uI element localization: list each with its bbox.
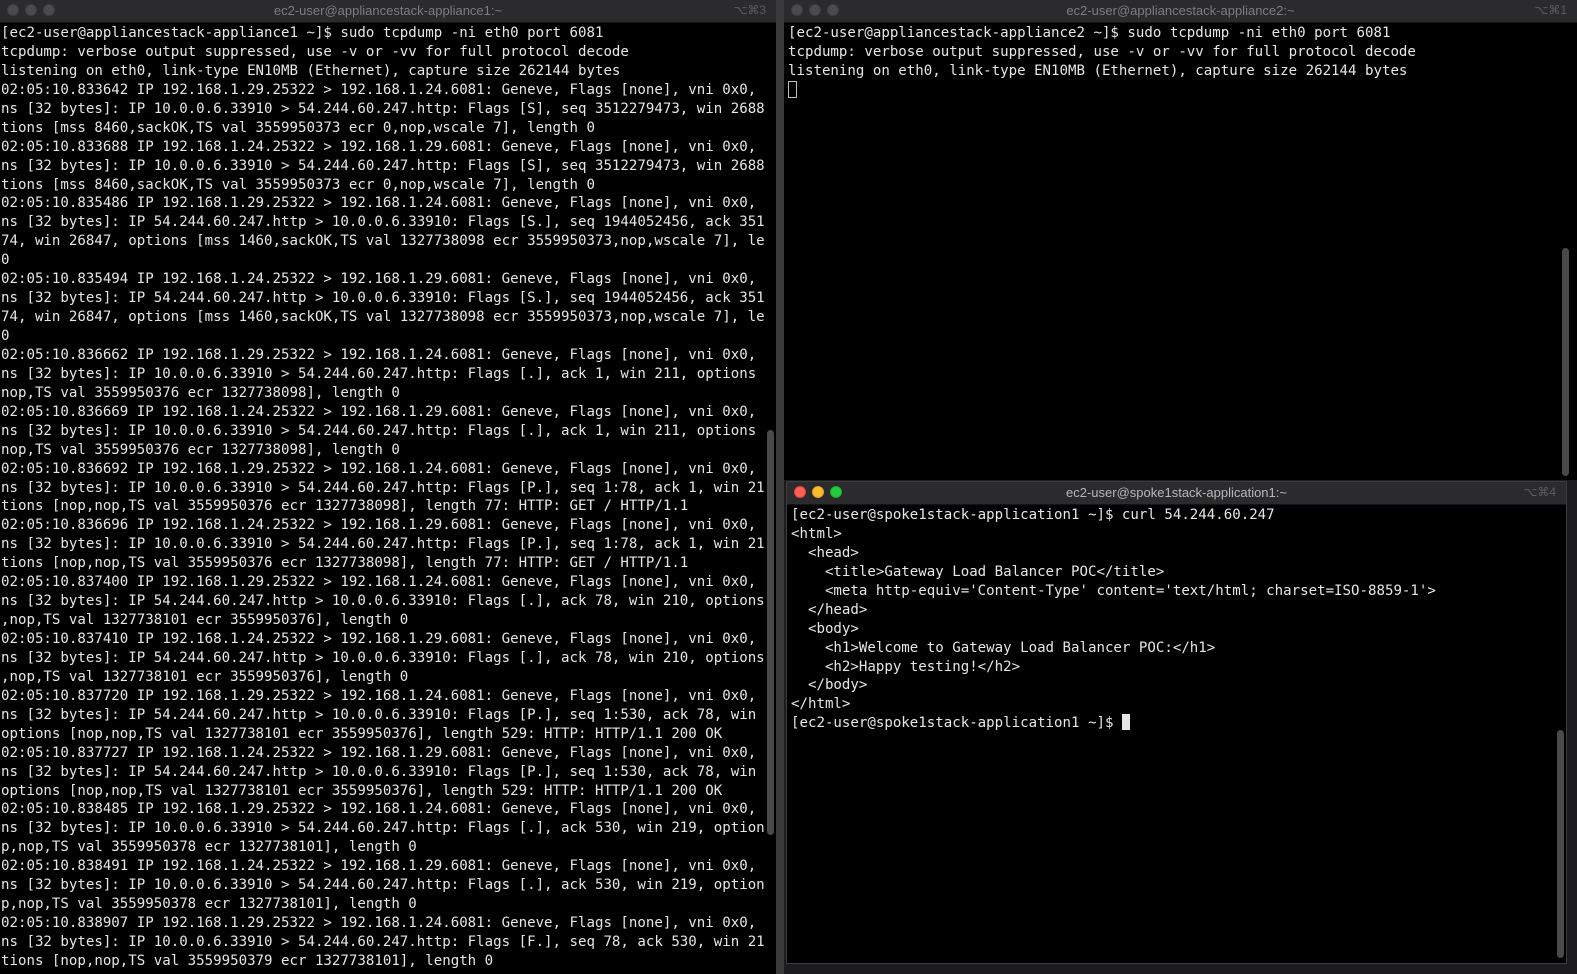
terminal-line: <h1>Welcome to Gateway Load Balancer POC… [791,639,1216,656]
terminal-line: [ec2-user@appliancestack-appliance2 ~]$ … [788,25,1391,41]
scrollbar[interactable] [767,430,774,835]
terminal-line: 02:05:10.837400 IP 192.168.1.29.25322 > … [1,574,764,591]
terminal-line: ns [32 bytes]: IP 10.0.0.6.33910 > 54.24… [1,422,764,439]
terminal-line: ns [32 bytes]: IP 10.0.0.6.33910 > 54.24… [1,934,764,950]
terminal-line: ns [32 bytes]: IP 54.244.60.247.http > 1… [1,290,764,307]
terminal-line: tcpdump: verbose output suppressed, use … [1,43,629,60]
terminal-line: ns [32 bytes]: IP 10.0.0.6.33910 > 54.24… [1,536,764,553]
terminal-line: </body> [791,677,868,694]
terminal-line: tcpdump: verbose output suppressed, use … [788,43,1416,60]
window-shortcut: ⌥⌘4 [1523,485,1556,499]
window-title: ec2-user@appliancestack-appliance2:~ [1066,3,1295,18]
terminal-line: <title>Gateway Load Balancer POC</title> [791,563,1165,580]
title-bar[interactable]: ec2-user@appliancestack-appliance1:~ ⌥⌘3 [0,0,776,23]
title-bar[interactable]: ec2-user@appliancestack-appliance2:~ ⌥⌘1 [784,0,1577,23]
terminal-line: 02:05:10.838491 IP 192.168.1.24.25322 > … [1,858,764,875]
terminal-line: 02:05:10.833688 IP 192.168.1.24.25322 > … [1,138,764,155]
terminal-output[interactable]: [ec2-user@spoke1stack-application1 ~]$ c… [787,505,1554,963]
terminal-line: 02:05:10.836692 IP 192.168.1.29.25322 > … [1,460,764,477]
terminal-output[interactable]: [ec2-user@appliancestack-appliance2 ~]$ … [784,23,1565,480]
terminal-line: 02:05:10.835494 IP 192.168.1.24.25322 > … [1,271,764,288]
text-cursor [788,80,797,98]
terminal-line: options [nop,nop,TS val 1327738101 ecr 3… [1,725,723,742]
terminal-line: </head> [791,601,868,618]
terminal-line: tions [nop,nop,TS val 3559950376 ecr 132… [1,555,689,572]
terminal-line: 02:05:10.836696 IP 192.168.1.24.25322 > … [1,517,764,534]
terminal-line: [ec2-user@spoke1stack-application1 ~]$ c… [791,507,1275,523]
terminal-line: ns [32 bytes]: IP 54.244.60.247.http > 1… [1,763,764,780]
terminal-output[interactable]: [ec2-user@appliancestack-appliance1 ~]$ … [0,23,764,974]
terminal-line: 02:05:10.836662 IP 192.168.1.29.25322 > … [1,346,764,363]
terminal-line: [ec2-user@appliancestack-appliance1 ~]$ … [1,25,604,41]
terminal-line: ,nop,TS val 1327738101 ecr 3559950376], … [1,612,409,629]
scrollbar[interactable] [1557,730,1564,958]
terminal-line: options [nop,nop,TS val 1327738101 ecr 3… [1,782,723,799]
terminal-line: 02:05:10.835486 IP 192.168.1.29.25322 > … [1,195,764,212]
terminal-line: 02:05:10.838485 IP 192.168.1.29.25322 > … [1,801,764,818]
terminal-line: <head> [791,544,859,561]
terminal-line: 02:05:10.837727 IP 192.168.1.24.25322 > … [1,744,764,761]
terminal-line: ns [32 bytes]: IP 10.0.0.6.33910 > 54.24… [1,479,764,496]
window-title: ec2-user@spoke1stack-application1:~ [1066,485,1287,500]
terminal-line: <meta http-equiv='Content-Type' content=… [791,582,1436,599]
terminal-line: ns [32 bytes]: IP 10.0.0.6.33910 > 54.24… [1,157,764,174]
terminal-line: ns [32 bytes]: IP 54.244.60.247.http > 1… [1,214,764,231]
terminal-line: listening on eth0, link-type EN10MB (Eth… [1,62,621,79]
terminal-line: 02:05:10.838907 IP 192.168.1.29.25322 > … [1,915,764,932]
terminal-line: p,nop,TS val 3559950378 ecr 1327738101],… [1,896,417,913]
text-cursor [1121,714,1130,731]
terminal-line: nop,TS val 3559950376 ecr 1327738098], l… [1,441,400,458]
terminal-line: </html> [791,696,851,713]
terminal-line: 74, win 26847, options [mss 1460,sackOK,… [1,233,764,250]
terminal-line: ns [32 bytes]: IP 10.0.0.6.33910 > 54.24… [1,100,764,117]
terminal-line: ns [32 bytes]: IP 54.244.60.247.http > 1… [1,649,764,666]
window-title: ec2-user@appliancestack-appliance1:~ [273,3,503,18]
cursor-line [788,80,1565,100]
terminal-line: tions [mss 8460,sackOK,TS val 3559950373… [1,119,595,136]
terminal-line: ns [32 bytes]: IP 10.0.0.6.33910 > 54.24… [1,820,764,837]
terminal-line: ns [32 bytes]: IP 54.244.60.247.http > 1… [1,706,764,723]
prompt-line[interactable]: [ec2-user@spoke1stack-application1 ~]$ [791,714,1554,733]
terminal-line: <body> [791,620,859,637]
terminal-line: 02:05:10.833642 IP 192.168.1.29.25322 > … [1,81,764,98]
terminal-line: p,nop,TS val 3559950378 ecr 1327738101],… [1,839,417,856]
terminal-line: ns [32 bytes]: IP 54.244.60.247.http > 1… [1,593,764,610]
terminal-line: 02:05:10.837720 IP 192.168.1.29.25322 > … [1,687,764,704]
terminal-window-appliance2[interactable]: ec2-user@appliancestack-appliance2:~ ⌥⌘1… [784,0,1577,480]
terminal-line: 02:05:10.837410 IP 192.168.1.24.25322 > … [1,631,764,647]
scrollbar[interactable] [1562,248,1569,476]
terminal-line: 0 [1,252,10,269]
terminal-line: ns [32 bytes]: IP 10.0.0.6.33910 > 54.24… [1,365,764,382]
window-shortcut: ⌥⌘1 [1534,3,1567,17]
terminal-line: tions [nop,nop,TS val 3559950379 ecr 132… [1,952,494,969]
terminal-line: tions [nop,nop,TS val 3559950376 ecr 132… [1,498,689,515]
terminal-window-appliance1[interactable]: ec2-user@appliancestack-appliance1:~ ⌥⌘3… [0,0,776,974]
terminal-line: listening on eth0, link-type EN10MB (Eth… [788,62,1408,79]
terminal-line: 02:05:10.836669 IP 192.168.1.24.25322 > … [1,403,764,420]
window-divider [776,0,784,974]
terminal-line: ns [32 bytes]: IP 10.0.0.6.33910 > 54.24… [1,877,764,894]
title-bar[interactable]: ec2-user@spoke1stack-application1:~ ⌥⌘4 [787,482,1566,505]
window-shortcut: ⌥⌘3 [733,3,766,17]
terminal-line: <h2>Happy testing!</h2> [791,658,1021,675]
terminal-line: tions [mss 8460,sackOK,TS val 3559950373… [1,176,595,193]
shell-prompt: [ec2-user@spoke1stack-application1 ~]$ [791,715,1122,732]
terminal-line: 0 [1,328,10,344]
terminal-line: ,nop,TS val 1327738101 ecr 3559950376], … [1,668,409,685]
terminal-line: <html> [791,525,842,542]
terminal-line: 74, win 26847, options [mss 1460,sackOK,… [1,309,764,326]
terminal-line: nop,TS val 3559950376 ecr 1327738098], l… [1,384,400,401]
terminal-window-application1[interactable]: ec2-user@spoke1stack-application1:~ ⌥⌘4 … [786,481,1567,964]
